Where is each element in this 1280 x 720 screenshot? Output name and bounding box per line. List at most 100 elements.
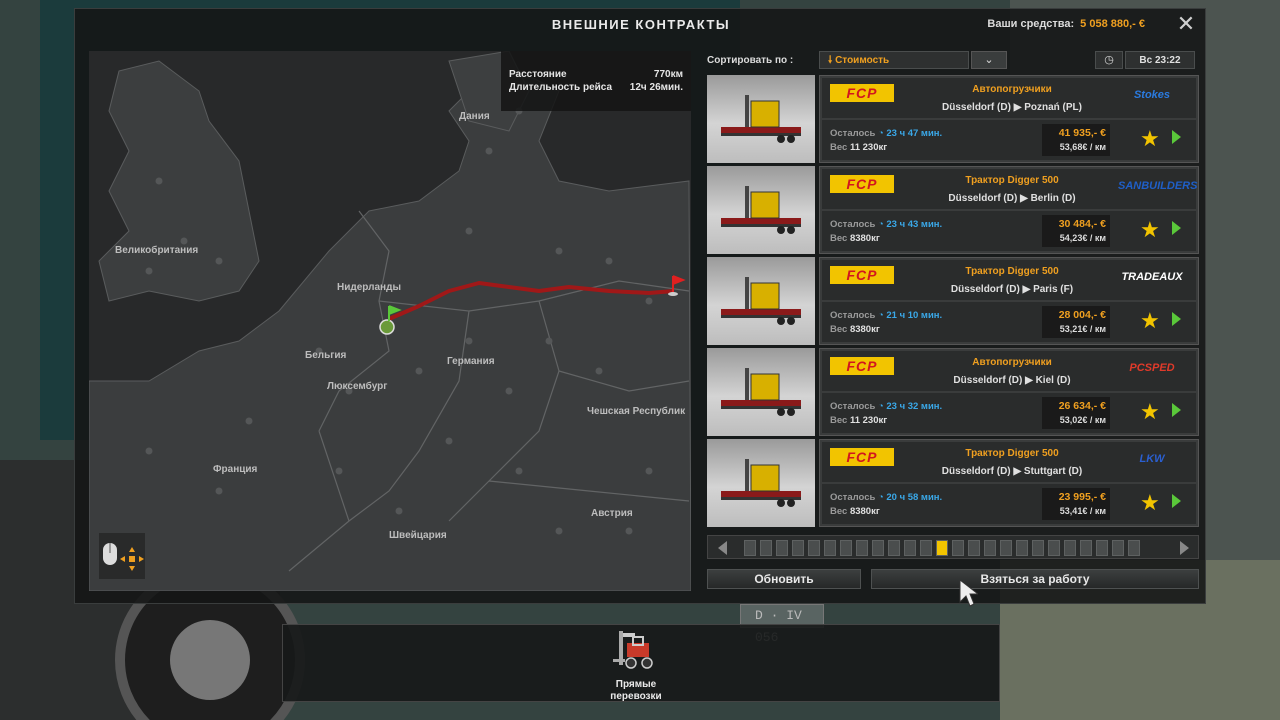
pager-page[interactable] bbox=[808, 540, 820, 556]
cargo-weight: Вес 8380кг bbox=[830, 506, 880, 517]
company-logo: Stokes bbox=[1133, 89, 1171, 101]
favorite-star-icon[interactable]: ★ bbox=[1140, 490, 1160, 516]
route-arrow-icon: ▶ bbox=[1013, 102, 1025, 113]
job-card[interactable]: FCP Трактор Digger 500 Düsseldorf (D) ▶ … bbox=[819, 166, 1199, 254]
pager-page[interactable] bbox=[1032, 540, 1044, 556]
weight-label: Вес bbox=[830, 233, 848, 244]
forklift-icon[interactable] bbox=[613, 629, 657, 673]
route-arrow-icon: ▶ bbox=[1020, 193, 1031, 204]
job-card[interactable]: FCP Трактор Digger 500 Düsseldorf (D) ▶ … bbox=[819, 439, 1199, 527]
pager-page[interactable] bbox=[776, 540, 788, 556]
job-row[interactable]: FCP Автопогрузчики Düsseldorf (D) ▶ Kiel… bbox=[707, 348, 1199, 436]
map-label-netherlands: Нидерланды bbox=[337, 282, 401, 293]
job-pager[interactable] bbox=[707, 535, 1199, 559]
pager-page[interactable] bbox=[1016, 540, 1028, 556]
map-label-switzerland: Швейцария bbox=[389, 530, 447, 541]
cargo-name: Трактор Digger 500 bbox=[965, 448, 1059, 459]
favorite-star-icon[interactable]: ★ bbox=[1140, 399, 1160, 425]
pager-page[interactable] bbox=[1000, 540, 1012, 556]
take-job-button[interactable]: Взяться за работу bbox=[871, 569, 1199, 589]
cargo-name: Трактор Digger 500 bbox=[965, 175, 1059, 186]
pager-page[interactable] bbox=[1080, 540, 1092, 556]
pager-next-icon[interactable] bbox=[1180, 541, 1189, 555]
pager-page[interactable] bbox=[920, 540, 932, 556]
mouse-cursor-icon bbox=[959, 578, 978, 607]
map-label-belgium: Бельгия bbox=[305, 350, 347, 361]
route-to: Berlin (D) bbox=[1030, 193, 1076, 204]
job-price: 41 935,- € bbox=[1058, 127, 1106, 139]
trailer-thumbnail[interactable] bbox=[707, 348, 815, 436]
close-button[interactable]: ✕ bbox=[1175, 13, 1197, 35]
job-card[interactable]: FCP Трактор Digger 500 Düsseldorf (D) ▶ … bbox=[819, 257, 1199, 345]
price-box: 41 935,- € 53,68€ / км bbox=[1042, 124, 1110, 156]
sort-select[interactable]: 🠗 Стоимость bbox=[819, 51, 969, 69]
time-remaining-value: 21 ч 10 мин. bbox=[886, 310, 943, 321]
route-to: Stuttgart (D) bbox=[1023, 466, 1083, 477]
price-per-km: 53,21€ / км bbox=[1059, 324, 1106, 334]
weight-label: Вес bbox=[830, 142, 848, 153]
map-label-luxembourg: Люксембург bbox=[327, 381, 388, 392]
job-row[interactable]: FCP Трактор Digger 500 Düsseldorf (D) ▶ … bbox=[707, 439, 1199, 527]
favorite-star-icon[interactable]: ★ bbox=[1140, 217, 1160, 243]
route-to: Kiel (D) bbox=[1035, 375, 1071, 386]
pager-page[interactable] bbox=[1128, 540, 1140, 556]
map-label-france: Франция bbox=[213, 464, 258, 475]
pager-page[interactable] bbox=[840, 540, 852, 556]
contracts-window: ВНЕШНИЕ КОНТРАКТЫ Ваши средства: 5 058 88… bbox=[74, 8, 1206, 604]
job-row[interactable]: FCP Трактор Digger 500 Düsseldorf (D) ▶ … bbox=[707, 257, 1199, 345]
pager-page[interactable] bbox=[888, 540, 900, 556]
pager-page[interactable] bbox=[1064, 540, 1076, 556]
pager-page[interactable] bbox=[760, 540, 772, 556]
select-job-arrow-icon[interactable] bbox=[1172, 221, 1181, 235]
map-pan-control[interactable] bbox=[99, 533, 145, 579]
route-from: Düsseldorf (D) bbox=[942, 102, 1011, 113]
pager-page[interactable] bbox=[744, 540, 756, 556]
sort-dropdown-button[interactable]: ⌄ bbox=[971, 51, 1007, 69]
pager-page[interactable] bbox=[872, 540, 884, 556]
select-job-arrow-icon[interactable] bbox=[1172, 403, 1181, 417]
job-row[interactable]: FCP Автопогрузчики Düsseldorf (D) ▶ Pozn… bbox=[707, 75, 1199, 163]
trailer-thumbnail[interactable] bbox=[707, 439, 815, 527]
route-map[interactable]: Расстояние 770км Длительность рейса 12ч 26… bbox=[89, 51, 691, 591]
select-job-arrow-icon[interactable] bbox=[1172, 494, 1181, 508]
pager-page[interactable] bbox=[904, 540, 916, 556]
job-card[interactable]: FCP Автопогрузчики Düsseldorf (D) ▶ Kiel… bbox=[819, 348, 1199, 436]
refresh-button[interactable]: Обновить bbox=[707, 569, 861, 589]
distance-value: 770км bbox=[653, 69, 683, 80]
pager-page[interactable] bbox=[792, 540, 804, 556]
pager-page[interactable] bbox=[1096, 540, 1108, 556]
pager-page[interactable] bbox=[1112, 540, 1124, 556]
select-job-arrow-icon[interactable] bbox=[1172, 312, 1181, 326]
cargo-weight: Вес 11 230кг bbox=[830, 415, 887, 426]
client-logo: FCP bbox=[830, 266, 894, 284]
pager-page[interactable] bbox=[952, 540, 964, 556]
mouse-move-icon bbox=[103, 543, 144, 571]
trailer-thumbnail[interactable] bbox=[707, 75, 815, 163]
pager-page[interactable] bbox=[968, 540, 980, 556]
favorite-star-icon[interactable]: ★ bbox=[1140, 308, 1160, 334]
sort-value: Стоимость bbox=[835, 55, 890, 66]
weight-label: Вес bbox=[830, 324, 848, 335]
pager-page[interactable] bbox=[1048, 540, 1060, 556]
pager-page-active[interactable] bbox=[936, 540, 948, 556]
trailer-thumbnail[interactable] bbox=[707, 257, 815, 345]
job-card[interactable]: FCP Автопогрузчики Düsseldorf (D) ▶ Pozn… bbox=[819, 75, 1199, 163]
job-route: Düsseldorf (D) ▶ Stuttgart (D) bbox=[912, 466, 1112, 477]
pager-page[interactable] bbox=[984, 540, 996, 556]
weight-label: Вес bbox=[830, 506, 848, 517]
clock-icon: ◷ bbox=[1095, 51, 1123, 69]
favorite-star-icon[interactable]: ★ bbox=[1140, 126, 1160, 152]
funds-value: 5 058 880,- € bbox=[1080, 18, 1145, 30]
time-remaining-label: Осталось bbox=[830, 128, 876, 139]
time-remaining-value: 23 ч 47 мин. bbox=[886, 128, 943, 139]
price-per-km: 53,02€ / км bbox=[1059, 415, 1106, 425]
job-row[interactable]: FCP Трактор Digger 500 Düsseldorf (D) ▶ … bbox=[707, 166, 1199, 254]
weight-value: 8380кг bbox=[849, 324, 880, 335]
pager-prev-icon[interactable] bbox=[718, 541, 727, 555]
job-price: 23 995,- € bbox=[1058, 491, 1106, 503]
select-job-arrow-icon[interactable] bbox=[1172, 130, 1181, 144]
pager-page[interactable] bbox=[856, 540, 868, 556]
pager-page[interactable] bbox=[824, 540, 836, 556]
trailer-thumbnail[interactable] bbox=[707, 166, 815, 254]
freight-market-label[interactable]: Прямые перевозки bbox=[581, 679, 691, 703]
